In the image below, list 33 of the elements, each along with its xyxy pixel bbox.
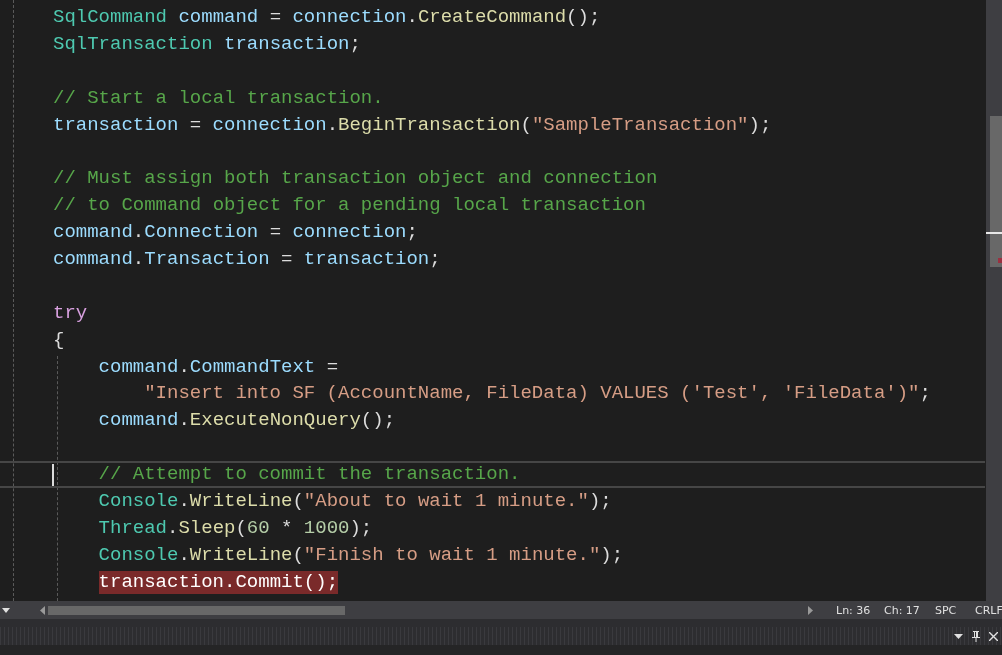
column-status[interactable]: Ch: 17: [884, 603, 920, 617]
code-line: command.Connection = connection;: [53, 221, 418, 245]
code-line: {: [53, 328, 65, 352]
line-ending-status[interactable]: CRLF: [975, 603, 1002, 617]
code-line: // Attempt to commit the transaction.: [98, 463, 521, 487]
close-icon[interactable]: [989, 631, 998, 641]
code-line: SqlCommand command = connection.CreateCommand();: [53, 5, 601, 29]
scroll-right-icon[interactable]: [808, 605, 813, 615]
code-line: // Start a local transaction.: [53, 86, 384, 110]
scroll-left-icon[interactable]: [40, 605, 45, 615]
dropdown-icon[interactable]: [2, 607, 10, 613]
code-line: // Must assign both transaction object and connection: [53, 167, 658, 191]
code-line: // to Command object for a pending local transaction: [53, 194, 646, 218]
caret-marker: [986, 232, 1002, 234]
text-caret: [52, 464, 54, 487]
scroll-thumb[interactable]: [990, 116, 1002, 267]
code-line: SqlTransaction transaction;: [53, 32, 361, 56]
code-line: Thread.Sleep(60 * 1000);: [98, 516, 373, 540]
pin-icon[interactable]: [972, 630, 980, 642]
code-line: transaction = connection.BeginTransaction("SampleTransaction");: [53, 113, 772, 137]
code-line: "Insert into SF (AccountName, FileData) VALUES ('Test', 'FileData')";: [144, 382, 931, 406]
scroll-thumb[interactable]: [48, 605, 345, 615]
line-number-status[interactable]: Ln: 36: [836, 603, 871, 617]
breakpoint-marker: [998, 258, 1002, 263]
vertical-scrollbar[interactable]: [986, 0, 1002, 601]
whitespace-status[interactable]: SPC: [935, 603, 957, 617]
code-line: command.ExecuteNonQuery();: [98, 409, 396, 433]
code-line: Console.WriteLine("Finish to wait 1 minute.");: [98, 543, 624, 567]
dropdown-icon[interactable]: [954, 633, 963, 639]
code-line: Console.WriteLine("About to wait 1 minute.");: [98, 490, 612, 513]
code-line: try: [53, 301, 88, 325]
code-line: command.CommandText =: [98, 355, 339, 379]
code-line: command.Transaction = transaction;: [53, 247, 441, 271]
